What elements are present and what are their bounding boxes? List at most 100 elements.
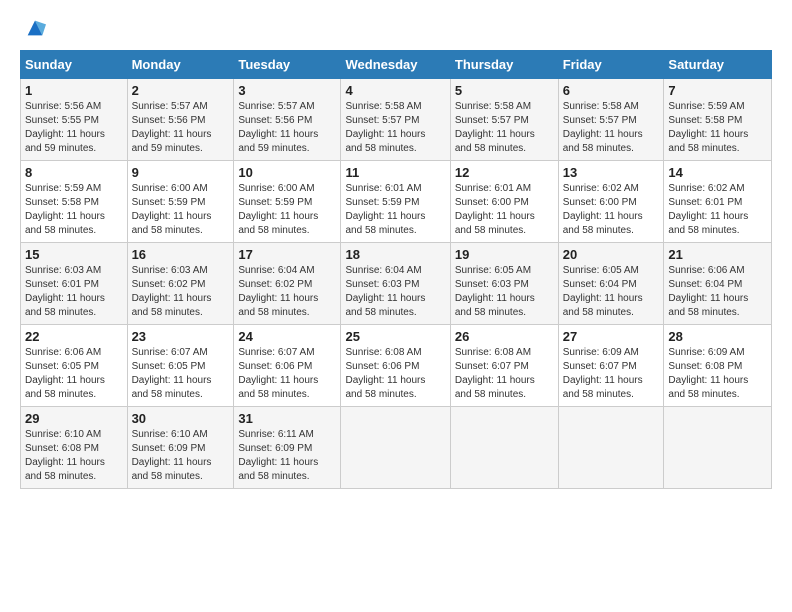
weekday-header: Tuesday xyxy=(234,50,341,78)
day-info: Sunrise: 6:10 AM Sunset: 6:08 PM Dayligh… xyxy=(25,428,123,484)
day-info: Sunrise: 6:07 AM Sunset: 6:06 PM Dayligh… xyxy=(238,346,336,402)
day-number: 6 xyxy=(563,83,660,98)
calendar-cell: 17 Sunrise: 6:04 AM Sunset: 6:02 PM Dayli… xyxy=(234,242,341,324)
day-info: Sunrise: 6:02 AM Sunset: 6:01 PM Dayligh… xyxy=(668,182,767,238)
day-number: 3 xyxy=(238,83,336,98)
weekday-header: Sunday xyxy=(21,50,128,78)
day-info: Sunrise: 6:08 AM Sunset: 6:07 PM Dayligh… xyxy=(455,346,554,402)
day-info: Sunrise: 6:10 AM Sunset: 6:09 PM Dayligh… xyxy=(132,428,230,484)
calendar-cell: 21Sunrise: 6:06 AM Sunset: 6:04 PM Dayli… xyxy=(664,242,772,324)
calendar-cell: 29 Sunrise: 6:10 AM Sunset: 6:08 PM Dayli… xyxy=(21,406,128,488)
calendar-cell: 28 Sunrise: 6:09 AM Sunset: 6:08 PM Dayli… xyxy=(664,324,772,406)
calendar-cell xyxy=(341,406,450,488)
day-info: Sunrise: 6:06 AM Sunset: 6:05 PM Dayligh… xyxy=(25,346,123,402)
day-number: 5 xyxy=(455,83,554,98)
day-info: Sunrise: 5:56 AM Sunset: 5:55 PM Dayligh… xyxy=(25,100,123,156)
day-info: Sunrise: 6:09 AM Sunset: 6:07 PM Dayligh… xyxy=(563,346,660,402)
calendar-cell: 30 Sunrise: 6:10 AM Sunset: 6:09 PM Dayli… xyxy=(127,406,234,488)
calendar-cell: 14Sunrise: 6:02 AM Sunset: 6:01 PM Dayli… xyxy=(664,160,772,242)
calendar-cell: 22 Sunrise: 6:06 AM Sunset: 6:05 PM Dayli… xyxy=(21,324,128,406)
day-number: 28 xyxy=(668,329,767,344)
calendar-cell: 16 Sunrise: 6:03 AM Sunset: 6:02 PM Dayli… xyxy=(127,242,234,324)
page-header xyxy=(20,20,772,40)
weekday-header: Thursday xyxy=(450,50,558,78)
day-number: 26 xyxy=(455,329,554,344)
calendar-cell: 13 Sunrise: 6:02 AM Sunset: 6:00 PM Dayli… xyxy=(558,160,664,242)
calendar-body: 1 Sunrise: 5:56 AM Sunset: 5:55 PM Daylig… xyxy=(21,78,772,488)
calendar-cell: 27Sunrise: 6:09 AM Sunset: 6:07 PM Dayli… xyxy=(558,324,664,406)
calendar-cell: 6 Sunrise: 5:58 AM Sunset: 5:57 PM Daylig… xyxy=(558,78,664,160)
day-number: 18 xyxy=(345,247,445,262)
day-info: Sunrise: 6:05 AM Sunset: 6:04 PM Dayligh… xyxy=(563,264,660,320)
calendar-week-row: 8 Sunrise: 5:59 AM Sunset: 5:58 PM Daylig… xyxy=(21,160,772,242)
calendar-table: SundayMondayTuesdayWednesdayThursdayFrid… xyxy=(20,50,772,489)
calendar-cell: 2 Sunrise: 5:57 AM Sunset: 5:56 PM Daylig… xyxy=(127,78,234,160)
day-number: 2 xyxy=(132,83,230,98)
day-info: Sunrise: 5:59 AM Sunset: 5:58 PM Dayligh… xyxy=(25,182,123,238)
calendar-cell: 23Sunrise: 6:07 AM Sunset: 6:05 PM Dayli… xyxy=(127,324,234,406)
calendar-week-row: 15 Sunrise: 6:03 AM Sunset: 6:01 PM Dayli… xyxy=(21,242,772,324)
day-number: 20 xyxy=(563,247,660,262)
calendar-week-row: 1 Sunrise: 5:56 AM Sunset: 5:55 PM Daylig… xyxy=(21,78,772,160)
day-number: 23 xyxy=(132,329,230,344)
calendar-cell: 26 Sunrise: 6:08 AM Sunset: 6:07 PM Dayli… xyxy=(450,324,558,406)
day-info: Sunrise: 5:58 AM Sunset: 5:57 PM Dayligh… xyxy=(563,100,660,156)
day-info: Sunrise: 6:03 AM Sunset: 6:02 PM Dayligh… xyxy=(132,264,230,320)
calendar-header-row: SundayMondayTuesdayWednesdayThursdayFrid… xyxy=(21,50,772,78)
day-number: 10 xyxy=(238,165,336,180)
day-number: 29 xyxy=(25,411,123,426)
day-number: 25 xyxy=(345,329,445,344)
calendar-cell xyxy=(664,406,772,488)
day-number: 22 xyxy=(25,329,123,344)
day-number: 16 xyxy=(132,247,230,262)
day-info: Sunrise: 5:57 AM Sunset: 5:56 PM Dayligh… xyxy=(238,100,336,156)
day-number: 17 xyxy=(238,247,336,262)
calendar-cell: 8 Sunrise: 5:59 AM Sunset: 5:58 PM Daylig… xyxy=(21,160,128,242)
day-number: 8 xyxy=(25,165,123,180)
day-number: 15 xyxy=(25,247,123,262)
day-number: 21 xyxy=(668,247,767,262)
weekday-header: Wednesday xyxy=(341,50,450,78)
day-info: Sunrise: 6:04 AM Sunset: 6:03 PM Dayligh… xyxy=(345,264,445,320)
day-number: 1 xyxy=(25,83,123,98)
day-number: 24 xyxy=(238,329,336,344)
calendar-cell xyxy=(558,406,664,488)
day-info: Sunrise: 6:09 AM Sunset: 6:08 PM Dayligh… xyxy=(668,346,767,402)
calendar-cell xyxy=(450,406,558,488)
day-info: Sunrise: 6:02 AM Sunset: 6:00 PM Dayligh… xyxy=(563,182,660,238)
day-info: Sunrise: 6:00 AM Sunset: 5:59 PM Dayligh… xyxy=(132,182,230,238)
day-number: 31 xyxy=(238,411,336,426)
day-info: Sunrise: 6:01 AM Sunset: 5:59 PM Dayligh… xyxy=(345,182,445,238)
calendar-cell: 18 Sunrise: 6:04 AM Sunset: 6:03 PM Dayli… xyxy=(341,242,450,324)
calendar-cell: 9Sunrise: 6:00 AM Sunset: 5:59 PM Daylig… xyxy=(127,160,234,242)
day-info: Sunrise: 6:05 AM Sunset: 6:03 PM Dayligh… xyxy=(455,264,554,320)
day-number: 4 xyxy=(345,83,445,98)
day-number: 13 xyxy=(563,165,660,180)
day-number: 11 xyxy=(345,165,445,180)
day-number: 30 xyxy=(132,411,230,426)
calendar-cell: 20 Sunrise: 6:05 AM Sunset: 6:04 PM Dayli… xyxy=(558,242,664,324)
calendar-week-row: 22 Sunrise: 6:06 AM Sunset: 6:05 PM Dayli… xyxy=(21,324,772,406)
day-info: Sunrise: 5:58 AM Sunset: 5:57 PM Dayligh… xyxy=(455,100,554,156)
day-info: Sunrise: 5:57 AM Sunset: 5:56 PM Dayligh… xyxy=(132,100,230,156)
day-info: Sunrise: 6:01 AM Sunset: 6:00 PM Dayligh… xyxy=(455,182,554,238)
day-info: Sunrise: 5:59 AM Sunset: 5:58 PM Dayligh… xyxy=(668,100,767,156)
calendar-week-row: 29 Sunrise: 6:10 AM Sunset: 6:08 PM Dayli… xyxy=(21,406,772,488)
calendar-cell: 24 Sunrise: 6:07 AM Sunset: 6:06 PM Dayli… xyxy=(234,324,341,406)
logo xyxy=(20,20,46,40)
day-number: 12 xyxy=(455,165,554,180)
day-info: Sunrise: 6:03 AM Sunset: 6:01 PM Dayligh… xyxy=(25,264,123,320)
calendar-cell: 7 Sunrise: 5:59 AM Sunset: 5:58 PM Daylig… xyxy=(664,78,772,160)
calendar-cell: 15 Sunrise: 6:03 AM Sunset: 6:01 PM Dayli… xyxy=(21,242,128,324)
day-number: 7 xyxy=(668,83,767,98)
day-info: Sunrise: 6:00 AM Sunset: 5:59 PM Dayligh… xyxy=(238,182,336,238)
calendar-cell: 1 Sunrise: 5:56 AM Sunset: 5:55 PM Daylig… xyxy=(21,78,128,160)
calendar-cell: 5 Sunrise: 5:58 AM Sunset: 5:57 PM Daylig… xyxy=(450,78,558,160)
calendar-cell: 31Sunrise: 6:11 AM Sunset: 6:09 PM Dayli… xyxy=(234,406,341,488)
weekday-header: Saturday xyxy=(664,50,772,78)
day-info: Sunrise: 6:08 AM Sunset: 6:06 PM Dayligh… xyxy=(345,346,445,402)
logo-icon xyxy=(24,17,46,39)
calendar-cell: 19Sunrise: 6:05 AM Sunset: 6:03 PM Dayli… xyxy=(450,242,558,324)
day-info: Sunrise: 6:04 AM Sunset: 6:02 PM Dayligh… xyxy=(238,264,336,320)
day-info: Sunrise: 5:58 AM Sunset: 5:57 PM Dayligh… xyxy=(345,100,445,156)
